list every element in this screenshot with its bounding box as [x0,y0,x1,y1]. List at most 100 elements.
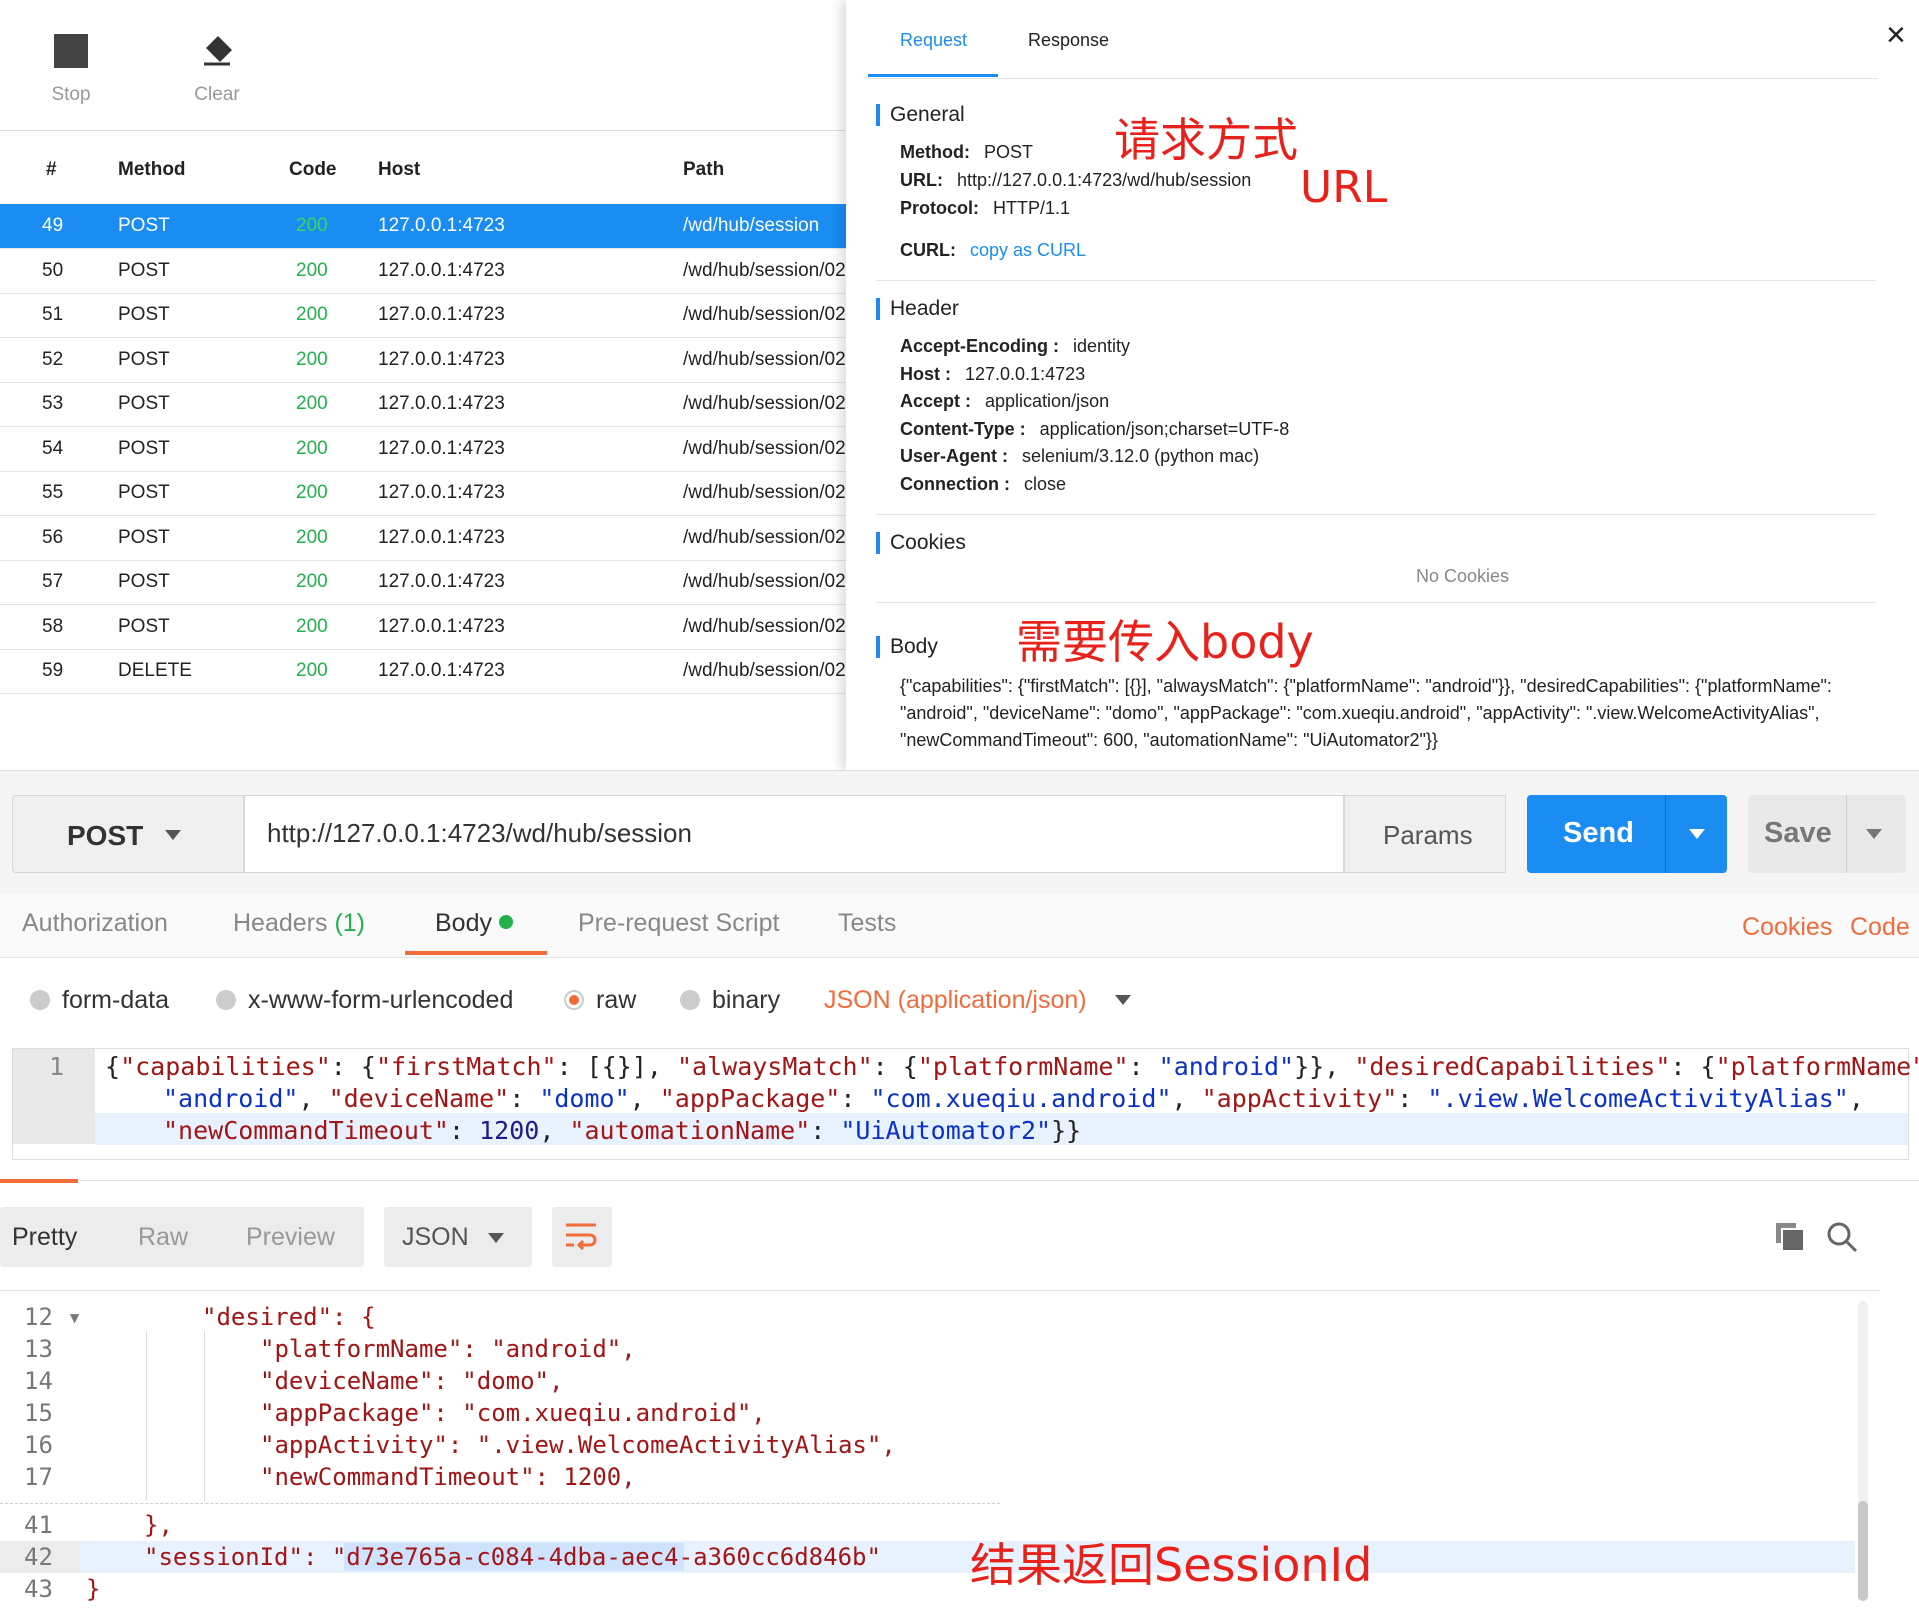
radio-form-data[interactable]: form-data [30,986,169,1015]
stop-button[interactable]: Stop [26,34,116,106]
clear-button[interactable]: Clear [172,34,262,106]
table-row[interactable]: 58 POST 200 127.0.0.1:4723/wd/hub/session/0… [0,605,846,650]
annotation-method: 请求方式 [1114,113,1298,167]
body-line-3: "newCommandTimeout": 600, "automationNam… [900,730,1438,750]
method-select[interactable]: POST [12,795,244,873]
cell-path: /wd/hub/session/02 [683,660,846,681]
cell-path: /wd/hub/session/02 [683,259,846,281]
col-path[interactable]: Path [683,130,724,210]
save-label: Save [1764,817,1832,849]
capture-toolbar: Stop Clear [0,0,846,131]
search-icon[interactable] [1826,1221,1858,1253]
col-number[interactable]: # [46,130,57,210]
tab-pre-request-script[interactable]: Pre-request Script [578,909,779,938]
send-label: Send [1563,817,1634,849]
table-row[interactable]: 56 POST 200 127.0.0.1:4723/wd/hub/session/0… [0,516,846,561]
table-row[interactable]: 49 POST 200 127.0.0.1:4723/wd/hub/session [0,204,846,249]
cell-method: POST [118,615,170,637]
tab-authorization[interactable]: Authorization [22,909,168,938]
cell-method: POST [118,482,170,503]
send-dropdown-icon[interactable] [1689,829,1705,839]
content-type-select[interactable]: JSON (application/json) [824,986,1131,1015]
cookies-link[interactable]: Cookies [1742,913,1832,942]
radio-urlencoded[interactable]: x-www-form-urlencoded [216,986,513,1015]
cell-host: 127.0.0.1:4723 [378,660,505,681]
cell-num: 49 [42,215,64,236]
header-value: identity [1073,336,1131,356]
tab-body[interactable]: Body [435,909,513,938]
tab-tests[interactable]: Tests [838,909,896,938]
header-item: Connection : close [900,474,1066,495]
table-row[interactable]: 54 POST 200 127.0.0.1:4723/wd/hub/session/0… [0,427,846,472]
chevron-down-icon [488,1233,504,1243]
code-link[interactable]: Code [1850,913,1910,942]
response-code-line: "newCommandTimeout": 1200, [260,1463,636,1491]
table-row[interactable]: 53 POST 200 127.0.0.1:4723/wd/hub/session/0… [0,382,846,427]
general-curl: CURL: copy as CURL [900,240,1086,261]
copy-curl-link[interactable]: copy as CURL [970,240,1086,260]
general-method: Method: POST [900,142,1033,163]
wrap-lines-button[interactable] [552,1207,612,1267]
line-number: 16 [24,1431,53,1459]
radio-raw[interactable]: raw [564,986,636,1015]
table-row[interactable]: 51 POST 200 127.0.0.1:4723/wd/hub/session/0… [0,293,846,338]
content-type-value: JSON (application/json) [824,986,1087,1014]
radio-label: raw [596,986,637,1014]
copy-icon[interactable] [1774,1221,1806,1253]
col-host[interactable]: Host [378,130,420,210]
header-key: Accept : [900,391,972,411]
method-value: POST [983,142,1033,162]
radio-label: binary [712,986,781,1014]
cell-host: 127.0.0.1:4723 [378,571,505,592]
cell-host: 127.0.0.1:4723 [378,215,505,236]
col-code[interactable]: Code [289,130,337,210]
tab-request[interactable]: Request [900,30,967,51]
cell-num: 52 [42,348,64,370]
cell-path: /wd/hub/session/02 [683,437,846,459]
table-row[interactable]: 57 POST 200 127.0.0.1:4723/wd/hub/session/0… [0,560,846,605]
header-item: User-Agent : selenium/3.12.0 (python mac) [900,446,1259,467]
table-row[interactable]: 50 POST 200 127.0.0.1:4723/wd/hub/session/0… [0,249,846,294]
cell-method: DELETE [118,660,192,681]
scrollbar-thumb[interactable] [1858,1501,1868,1601]
editor-code-line-1: {"capabilities": {"firstMatch": [{}], "a… [105,1052,1919,1081]
url-input-value: http://127.0.0.1:4723/wd/hub/session [267,818,692,848]
body-editor[interactable]: 1 {"capabilities": {"firstMatch": [{}], … [12,1048,1919,1160]
request-bar: POST http://127.0.0.1:4723/wd/hub/sessio… [0,770,1919,896]
tab-response[interactable]: Response [1028,30,1109,51]
url-input[interactable]: http://127.0.0.1:4723/wd/hub/session [244,795,1344,873]
body-mode-radios: form-data x-www-form-urlencoded raw bina… [0,958,1919,1048]
format-value: JSON [402,1223,469,1251]
cell-code: 200 [296,348,328,370]
save-button[interactable]: Save [1748,795,1906,873]
params-button[interactable]: Params [1344,795,1506,873]
table-row[interactable]: 59 DELETE 200 127.0.0.1:4723/wd/hub/session… [0,649,846,694]
stop-icon [54,34,88,68]
table-row[interactable]: 55 POST 200 127.0.0.1:4723/wd/hub/session/0… [0,471,846,516]
tab-raw[interactable]: Raw [138,1223,188,1252]
radio-binary[interactable]: binary [680,986,780,1015]
send-button[interactable]: Send [1527,795,1727,873]
cell-code: 200 [296,660,328,681]
close-icon[interactable]: × [1886,16,1906,55]
col-method[interactable]: Method [118,130,186,210]
radio-circle [30,990,50,1010]
format-select[interactable]: JSON [384,1207,532,1267]
tab-pretty[interactable]: Pretty [12,1223,77,1252]
tab-headers[interactable]: Headers (1) [233,909,365,938]
cell-method: POST [118,215,170,236]
save-dropdown-icon[interactable] [1866,829,1882,839]
request-detail-panel: Request Response × General Method: POST U… [846,0,1919,770]
table-row[interactable]: 52 POST 200 127.0.0.1:4723/wd/hub/session/0… [0,338,846,383]
cell-num: 58 [42,615,64,637]
header-value: close [1024,473,1067,494]
line-number: 17 [24,1463,53,1491]
body-section-title: Body [876,636,938,658]
no-cookies-text: No Cookies [1415,566,1510,586]
tab-preview[interactable]: Preview [246,1223,335,1252]
annotation-url: URL [1300,162,1388,213]
response-body[interactable]: 12 ▾ "desired": {13 "platformName": "andro… [0,1290,1880,1606]
tab-body-underline [405,951,547,955]
scrollbar-track[interactable] [1858,1301,1868,1601]
cell-path: /wd/hub/session/02 [683,482,846,503]
